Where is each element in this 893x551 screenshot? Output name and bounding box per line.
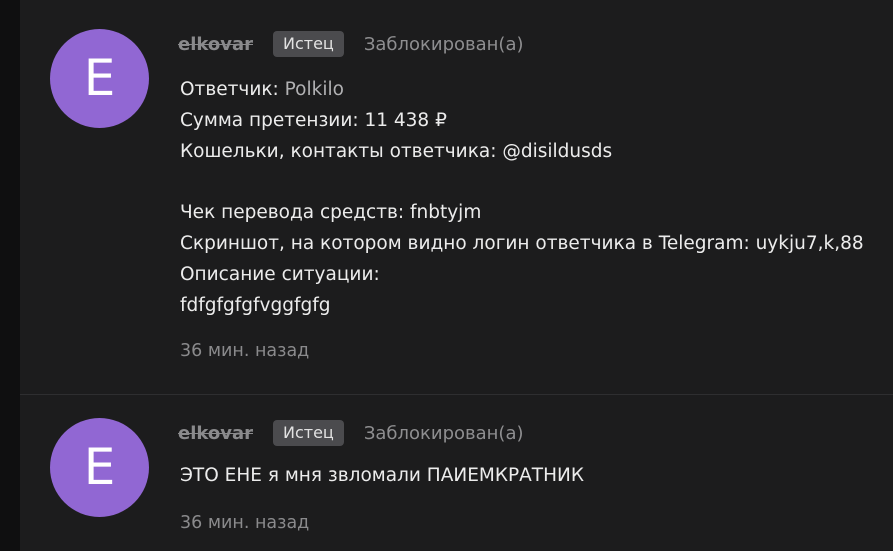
description-text: fdfgfgfgfvggfgfg [180,295,331,316]
comment-feed: E elkovar Истец Заблокирован(а) Ответчик… [20,0,893,551]
post-header: elkovar Истец Заблокирован(а) [178,418,524,448]
avatar[interactable]: E [50,418,149,517]
post-time[interactable]: 36 мин. назад [180,341,309,361]
respondent-name[interactable]: Polkilo [285,79,344,100]
comment-post: E elkovar Истец Заблокирован(а) ЭТО ЕНЕ … [20,395,893,551]
post-header: elkovar Истец Заблокирован(а) [178,29,524,59]
post-message: ЭТО ЕНЕ я мня звломали ПАИЕМКРАТНИК [180,465,584,486]
username-link[interactable]: elkovar [178,34,253,55]
blocked-status: Заблокирован(а) [363,33,524,55]
role-badge: Истец [273,31,344,57]
claim-amount-line: Сумма претензии: 11 438 ₽ [180,110,447,131]
post-body: Ответчик: Polkilo Сумма претензии: 11 43… [180,77,864,324]
blocked-status: Заблокирован(а) [363,422,524,444]
respondent-label: Ответчик: [180,79,279,100]
post-time[interactable]: 36 мин. назад [180,513,309,533]
respondent-line: Ответчик: Polkilo [180,77,864,108]
screenshot-line: Скриншот, на котором видно логин ответчи… [180,233,864,254]
description-label: Описание ситуации: [180,264,380,285]
receipt-line: Чек перевода средств: fnbtyjm [180,202,482,223]
avatar[interactable]: E [50,29,149,128]
username-link[interactable]: elkovar [178,423,253,444]
comment-post: E elkovar Истец Заблокирован(а) Ответчик… [20,0,893,394]
contacts-line: Кошельки, контакты ответчика: @disildusd… [180,141,613,162]
role-badge: Истец [273,420,344,446]
